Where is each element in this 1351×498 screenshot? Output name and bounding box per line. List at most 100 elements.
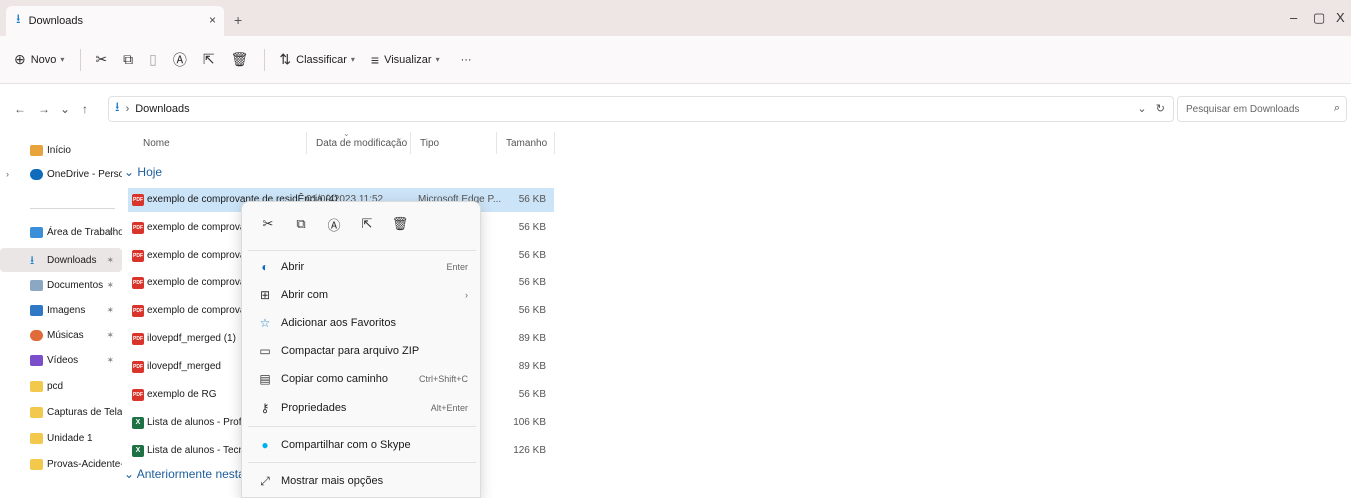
column-header-date[interactable]: Data de modificação <box>316 138 407 149</box>
desktop-icon <box>30 226 43 238</box>
new-button[interactable]: ⊕ Novo ▾ <box>14 46 64 74</box>
chevron-right-icon: › <box>465 290 468 300</box>
sidebar-item-unidade-1[interactable]: Unidade 1 <box>0 426 122 450</box>
copy-icon[interactable]: ⧉ <box>289 216 313 232</box>
view-button[interactable]: ≡ Visualizar ▾ <box>371 46 440 74</box>
sidebar-item-videos[interactable]: Vídeos ✶ <box>0 348 122 372</box>
paste-button[interactable]: ▯ <box>149 46 157 74</box>
file-name: ilovepdf_merged <box>147 361 221 372</box>
column-divider[interactable] <box>554 132 555 154</box>
group-header-today[interactable]: ⌄ Hoje <box>124 165 162 179</box>
command-bar: ⊕ Novo ▾ ✂ ⧉ ▯ Ⓐ ⇱ 🗑 ⇅ Classificar ▾ ≡ V… <box>0 36 1351 84</box>
navigation-pane: Início › OneDrive - Persona Área de Trab… <box>0 130 122 498</box>
breadcrumb-downloads[interactable]: Downloads <box>135 103 189 115</box>
menu-item-compress-zip[interactable]: ▭ Compactar para arquivo ZIP <box>246 338 478 364</box>
tab-close-icon[interactable]: × <box>209 13 216 27</box>
context-menu: ✂ ⧉ Ⓐ ⇱ 🗑 ◐ Abrir Enter ⊞ Abrir com › ☆ … <box>241 201 481 498</box>
share-icon: ⇱ <box>202 51 215 67</box>
pin-icon: ✶ <box>106 254 114 265</box>
share-button[interactable]: ⇱ <box>203 46 215 74</box>
search-placeholder: Pesquisar em Downloads <box>1186 103 1300 115</box>
path-icon: ▤ <box>259 372 271 386</box>
sidebar-item-desktop[interactable]: Área de Trabalho ✶ <box>0 220 122 244</box>
cut-icon[interactable]: ✂ <box>256 216 280 232</box>
sidebar-item-label: Início <box>47 144 71 156</box>
new-tab-button[interactable]: + <box>234 12 242 28</box>
column-divider[interactable] <box>306 132 307 154</box>
menu-item-add-favorites[interactable]: ☆ Adicionar aos Favoritos <box>246 310 478 336</box>
column-header-size[interactable]: Tamanho <box>506 138 547 149</box>
sidebar-item-home[interactable]: Início <box>0 138 122 162</box>
sidebar-item-onedrive[interactable]: › OneDrive - Persona <box>0 162 122 186</box>
menu-item-properties[interactable]: ⚷ Propriedades Alt+Enter <box>246 395 478 421</box>
expand-chevron-icon[interactable]: › <box>6 169 9 179</box>
back-arrow-icon[interactable]: ← <box>14 102 26 116</box>
menu-item-copy-path[interactable]: ▤ Copiar como caminho Ctrl+Shift+C <box>246 366 478 392</box>
open-with-icon: ⊞ <box>259 288 271 302</box>
rename-icon[interactable]: Ⓐ <box>322 215 346 234</box>
skype-icon: ● <box>261 438 269 452</box>
column-header-type[interactable]: Tipo <box>420 138 439 149</box>
forward-arrow-icon[interactable]: → <box>38 102 50 116</box>
address-bar[interactable]: ⭳ › Downloads ⌄ ↻ <box>108 96 1174 122</box>
star-icon: ☆ <box>259 316 271 330</box>
sort-button[interactable]: ⇅ Classificar ▾ <box>279 46 354 74</box>
minimize-button[interactable]: – <box>1290 10 1297 25</box>
column-header-name[interactable]: Nome <box>143 138 170 149</box>
column-divider[interactable] <box>410 132 411 154</box>
close-window-button[interactable]: X <box>1336 10 1345 25</box>
more-button[interactable]: ··· <box>456 46 472 74</box>
pdf-file-icon: PDF <box>132 250 144 262</box>
sidebar-item-images[interactable]: Imagens ✶ <box>0 298 122 322</box>
pin-icon: ✶ <box>106 329 114 340</box>
sort-label: Classificar <box>296 53 347 66</box>
folder-icon <box>30 406 43 418</box>
sidebar-item-downloads[interactable]: ⭳ Downloads ✶ <box>0 248 122 272</box>
sort-chevron-icon: ⌄ <box>343 129 350 138</box>
file-size: 56 KB <box>518 277 546 288</box>
menu-item-label: Mostrar mais opções <box>281 475 384 487</box>
folder-icon <box>30 380 43 392</box>
file-size: 106 KB <box>513 417 546 428</box>
copy-button[interactable]: ⧉ <box>123 46 133 74</box>
menu-item-more-options[interactable]: ⤢ Mostrar mais opções <box>246 468 478 494</box>
tab-downloads[interactable]: ⭳ Downloads × <box>6 6 224 36</box>
up-arrow-icon[interactable]: ↑ <box>82 102 88 116</box>
sidebar-item-provas[interactable]: Provas-Acidente-1! <box>0 452 122 476</box>
history-refresh-icons[interactable]: ⌄ ↻ <box>1137 102 1165 115</box>
sidebar-item-screenshots[interactable]: Capturas de Tela <box>0 400 122 424</box>
menu-item-label: Compactar para arquivo ZIP <box>281 345 420 357</box>
sidebar-item-label: Capturas de Tela <box>47 406 122 418</box>
search-icon: ⌕ <box>1333 102 1340 114</box>
edge-icon: ◐ <box>261 260 269 274</box>
file-size: 56 KB <box>518 250 546 261</box>
collapse-chevron-icon: ⌄ <box>124 165 135 179</box>
recent-chevron-icon[interactable]: ⌄ <box>60 102 70 116</box>
menu-item-shortcut: Enter <box>446 262 468 272</box>
delete-button[interactable]: 🗑 <box>231 46 249 74</box>
excel-file-icon: X <box>132 445 144 457</box>
search-input[interactable]: Pesquisar em Downloads ⌕ <box>1177 96 1347 122</box>
delete-icon[interactable]: 🗑 <box>388 216 412 232</box>
sidebar-item-label: Downloads <box>47 254 97 266</box>
chevron-down-icon: ▾ <box>350 55 355 64</box>
folder-icon <box>30 458 43 470</box>
menu-divider <box>248 250 476 251</box>
pin-icon: ✶ <box>106 226 114 237</box>
sidebar-item-documents[interactable]: Documentos ✶ <box>0 273 122 297</box>
cut-button[interactable]: ✂ <box>95 46 107 74</box>
pdf-file-icon: PDF <box>132 194 144 206</box>
share-icon[interactable]: ⇱ <box>355 216 379 232</box>
sidebar-item-label: Imagens <box>47 304 86 316</box>
sidebar-item-pcd[interactable]: pcd <box>0 374 122 398</box>
pdf-file-icon: PDF <box>132 222 144 234</box>
more-label: ··· <box>460 53 472 66</box>
rename-button[interactable]: Ⓐ <box>173 46 187 74</box>
column-divider[interactable] <box>496 132 497 154</box>
pdf-file-icon: PDF <box>132 277 144 289</box>
menu-item-open-with[interactable]: ⊞ Abrir com › <box>246 282 478 308</box>
maximize-button[interactable]: ▢ <box>1313 10 1325 26</box>
menu-item-share-skype[interactable]: ● Compartilhar com o Skype <box>246 432 478 458</box>
sidebar-item-music[interactable]: Músicas ✶ <box>0 323 122 347</box>
menu-item-open[interactable]: ◐ Abrir Enter <box>246 254 478 280</box>
